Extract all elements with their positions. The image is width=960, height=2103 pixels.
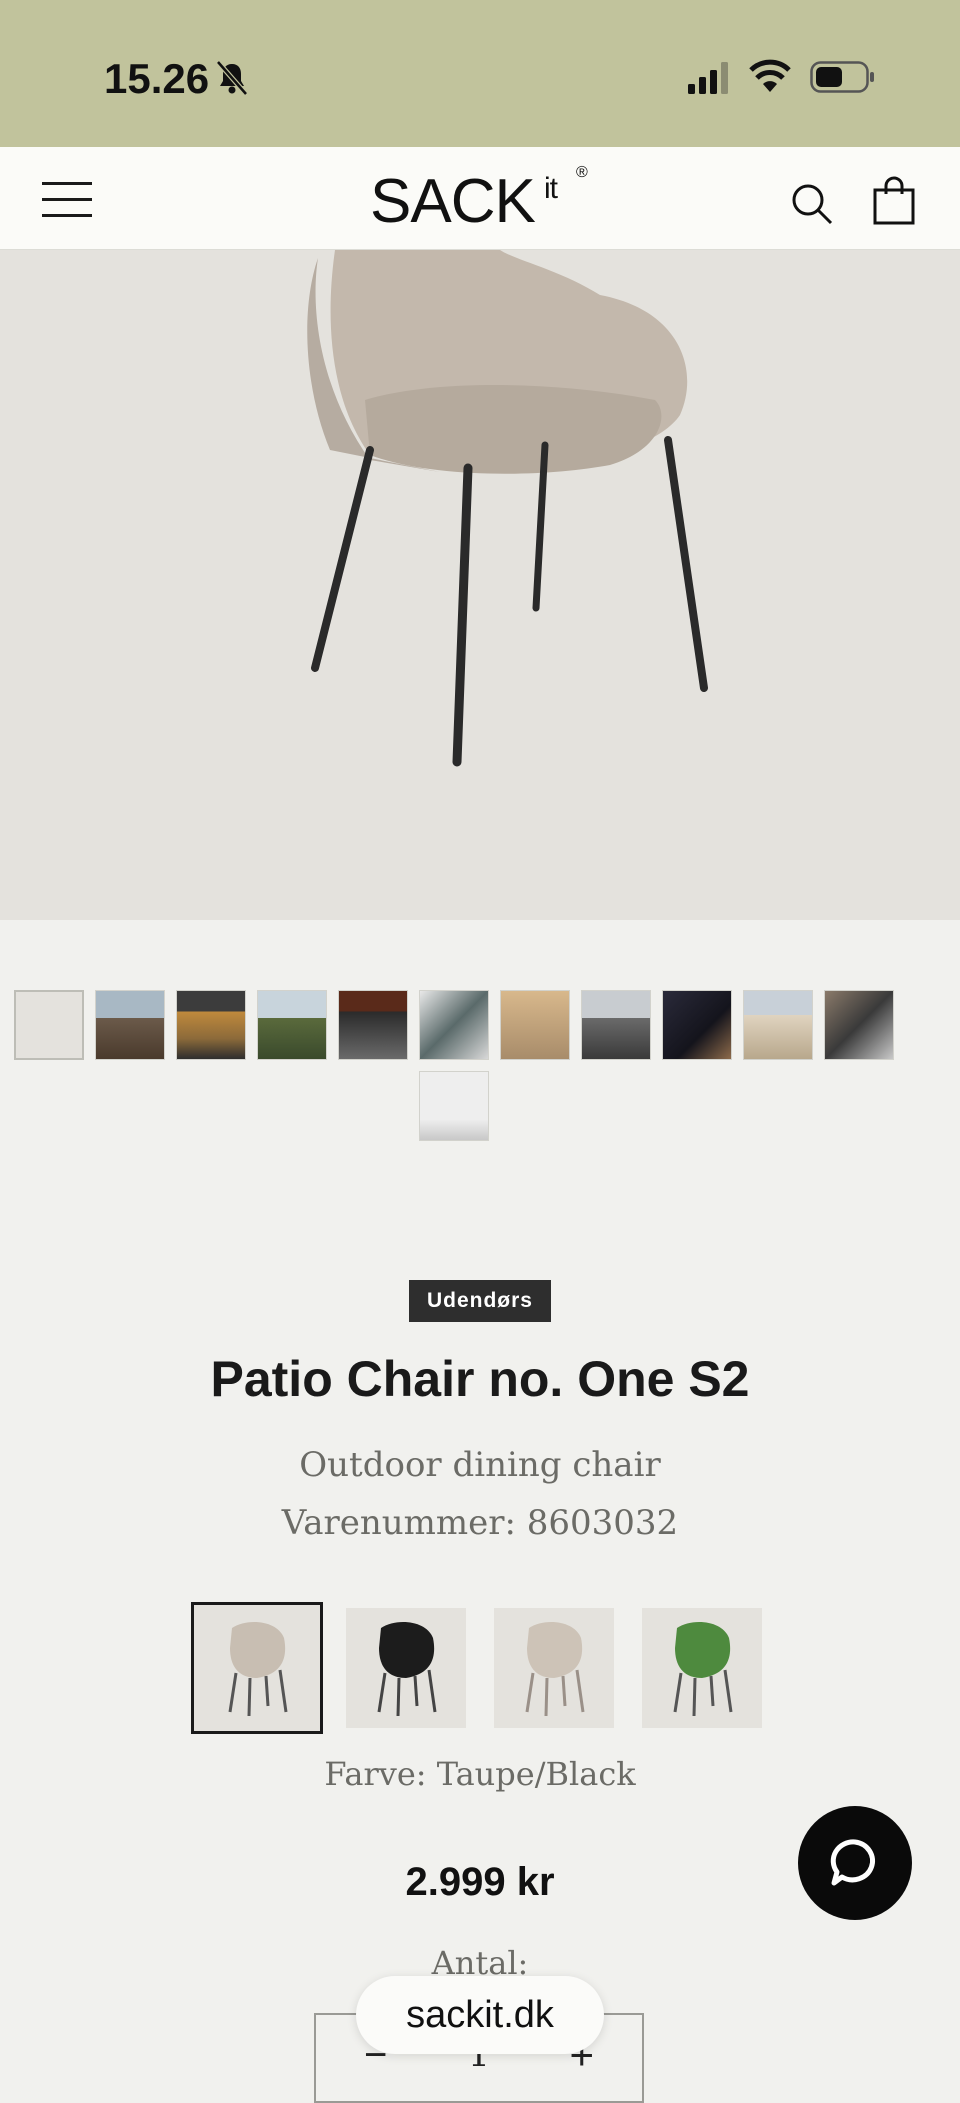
chair-thumb-icon [228, 1622, 288, 1717]
color-swatch-taupe-light[interactable] [494, 1608, 614, 1728]
color-swatch-green[interactable] [642, 1608, 762, 1728]
product-title: Patio Chair no. One S2 [210, 1351, 750, 1407]
shopping-bag-icon[interactable] [872, 176, 916, 226]
chair-thumb-icon [377, 1622, 437, 1717]
thumbnail[interactable] [257, 990, 327, 1060]
product-sku: Varenummer: 8603032 [281, 1503, 679, 1543]
status-time: 15.26 [104, 55, 210, 102]
thumbnail[interactable] [662, 990, 732, 1060]
thumbnail[interactable] [581, 990, 651, 1060]
browser-url-bar[interactable]: sackit.dk [356, 1976, 604, 2054]
thumbnail[interactable] [95, 990, 165, 1060]
chat-bubble-icon [830, 1839, 876, 1886]
chair-image [307, 250, 708, 767]
wifi-icon [749, 59, 791, 92]
site-logo[interactable]: SACK it ® [370, 164, 590, 236]
thumbnail[interactable] [14, 990, 84, 1060]
chair-thumb-icon [525, 1622, 585, 1717]
thumbnail[interactable] [338, 990, 408, 1060]
thumbnail[interactable] [419, 990, 489, 1060]
thumbnail[interactable] [500, 990, 570, 1060]
chat-button[interactable] [798, 1806, 912, 1920]
thumbnail[interactable] [743, 990, 813, 1060]
selected-color-label: Farve: Taupe/Black [324, 1755, 636, 1793]
color-swatch-black[interactable] [346, 1608, 466, 1728]
color-swatch-taupe-black[interactable] [191, 1602, 323, 1734]
thumbnail[interactable] [176, 990, 246, 1060]
bell-slash-icon [216, 60, 248, 96]
thumbnail[interactable] [419, 1071, 489, 1141]
status-bar: 15.26 [0, 0, 960, 147]
category-badge: Udendørs [409, 1280, 551, 1322]
thumbnail[interactable] [824, 990, 894, 1060]
hamburger-menu-icon[interactable] [42, 182, 92, 218]
battery-icon [810, 61, 874, 93]
cellular-signal-icon [688, 62, 728, 94]
product-subtitle: Outdoor dining chair [299, 1445, 661, 1485]
product-hero-image[interactable] [0, 250, 960, 920]
chair-thumb-icon [673, 1622, 733, 1717]
search-icon[interactable] [790, 182, 834, 226]
